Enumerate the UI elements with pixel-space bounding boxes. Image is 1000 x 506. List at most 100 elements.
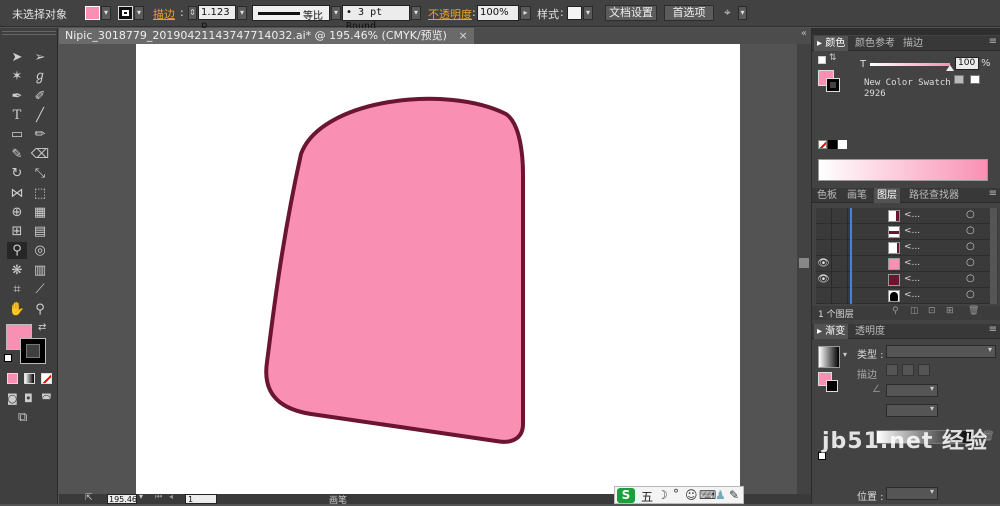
mesh-tool-icon[interactable]: ⊞ (7, 223, 27, 240)
gradient-preview-dropdown-icon[interactable]: ▾ (843, 350, 847, 359)
stroke-label[interactable]: 描边 (153, 6, 175, 22)
web-safe-icon[interactable] (970, 75, 980, 84)
column-graph-tool-icon[interactable]: ▥ (30, 262, 50, 279)
panel-collapse-icon[interactable]: « (801, 28, 807, 39)
scroll-thumb[interactable] (799, 258, 809, 268)
curvature-tool-icon[interactable]: ✐ (30, 88, 50, 105)
brush-dropdown[interactable]: ▾ (411, 6, 421, 20)
opacity-input[interactable]: 100% (477, 5, 519, 21)
gradient-preview[interactable] (818, 346, 840, 368)
target-icon[interactable]: ○ (966, 241, 975, 252)
eyedropper-tool-icon[interactable]: ⚲ (7, 242, 27, 259)
visibility-toggle[interactable] (816, 208, 832, 224)
swap-colors-icon[interactable]: ⇄ (38, 322, 46, 333)
direct-selection-tool-icon[interactable]: ➢ (30, 49, 50, 66)
tab-layers[interactable]: 图层 (874, 188, 900, 203)
none-mode-icon[interactable] (41, 373, 52, 384)
opacity-label[interactable]: 不透明度 (428, 6, 472, 22)
visibility-toggle[interactable] (816, 240, 832, 256)
tab-color[interactable]: ▸ 颜色 (814, 36, 849, 51)
lock-toggle[interactable] (832, 272, 848, 288)
eye-icon[interactable]: 👁 (816, 272, 832, 288)
stroke-weight-dropdown[interactable]: ▾ (237, 6, 247, 20)
stroke-gradient-along[interactable] (902, 364, 914, 376)
out-of-gamut-icon[interactable] (954, 75, 964, 84)
hand-tool-icon[interactable]: ✋ (7, 301, 27, 318)
fill-dropdown[interactable]: ▾ (101, 6, 111, 20)
document-tab[interactable]: Nipic_3018779_20190421143747714032.ai* @… (59, 28, 474, 44)
stroke-gradient-across[interactable] (918, 364, 930, 376)
line-tool-icon[interactable]: ╱ (30, 107, 50, 124)
vertical-scrollbar[interactable] (797, 44, 811, 494)
color-spectrum-bar[interactable] (818, 159, 988, 181)
screen-mode-icon[interactable]: ⧉ (18, 410, 27, 425)
fill-swatch[interactable] (85, 6, 100, 20)
stroke-weight-stepper[interactable]: ⇕ (188, 6, 197, 20)
target-icon[interactable]: ○ (966, 209, 975, 220)
ime-punct-icon[interactable]: ° (673, 487, 679, 501)
zoom-dropdown-icon[interactable]: ▾ (139, 492, 143, 501)
toolbar-grip[interactable] (2, 31, 56, 35)
magic-wand-icon[interactable]: ✶ (7, 68, 27, 85)
tab-stroke[interactable]: 描边 (900, 36, 926, 51)
gradient-panel-menu-icon[interactable]: ≡ (989, 324, 997, 335)
brush-definition[interactable]: • 3 pt Round (342, 5, 410, 32)
gradient-tool-icon[interactable]: ▤ (30, 223, 50, 240)
color-panel-menu-icon[interactable]: ≡ (989, 36, 997, 47)
tab-swatches[interactable]: 色板 (814, 188, 840, 203)
draw-inside-icon[interactable]: ◚ (41, 392, 52, 405)
ime-logo-icon[interactable]: S (617, 488, 635, 503)
panel-stroke-swatch[interactable] (826, 78, 840, 92)
scale-tool-icon[interactable]: ⤡ (30, 165, 50, 182)
none-swatch[interactable] (818, 140, 827, 149)
color-mode-icon[interactable] (7, 373, 18, 384)
gradient-type-select[interactable]: ▾ (886, 345, 996, 358)
draw-behind-icon[interactable]: ◘ (24, 392, 33, 405)
stroke-weight-input[interactable]: 1.123 p (198, 5, 236, 31)
preferences-button[interactable]: 首选项 (664, 5, 714, 21)
target-icon[interactable]: ○ (966, 289, 975, 300)
paintbrush-tool-icon[interactable]: ✏ (30, 126, 50, 143)
opacity-dropdown[interactable]: ▸ (520, 6, 531, 20)
stroke-gradient-within[interactable] (886, 364, 898, 376)
tab-gradient[interactable]: ▸ 渐变 (814, 324, 849, 339)
gradient-position-input[interactable]: ▾ (886, 487, 938, 500)
target-icon[interactable]: ○ (966, 273, 975, 284)
tint-slider-thumb[interactable] (946, 65, 954, 71)
ime-skin-icon[interactable]: ♟ (715, 488, 726, 502)
gradient-stroke-swatch[interactable] (826, 380, 838, 392)
first-page-icon[interactable]: ⏮ (155, 492, 162, 502)
visibility-toggle[interactable] (816, 288, 832, 304)
stroke-dropdown[interactable]: ▾ (134, 6, 144, 20)
arrange-dropdown[interactable]: ▾ (738, 6, 747, 20)
default-fill-stroke-icon[interactable] (818, 56, 826, 64)
locate-object-icon[interactable]: ⚲ (892, 306, 899, 316)
artboard-tool-icon[interactable]: ⌗ (7, 281, 27, 298)
white-swatch[interactable] (838, 140, 847, 149)
pencil-tool-icon[interactable]: ✎ (7, 146, 27, 163)
stroke-swatch[interactable] (118, 6, 133, 20)
layer-row[interactable]: 👁 <... ○ (816, 272, 998, 288)
layer-row[interactable]: <... ○ (816, 224, 998, 240)
tint-slider-track[interactable] (870, 63, 950, 66)
black-swatch[interactable] (828, 140, 837, 149)
slice-tool-icon[interactable]: ⟋ (30, 281, 50, 298)
ime-tools-icon[interactable]: ✎ (729, 488, 739, 502)
width-tool-icon[interactable]: ⋈ (7, 185, 27, 202)
profile-dropdown[interactable]: ▾ (331, 6, 341, 20)
lock-toggle[interactable] (832, 256, 848, 272)
clipping-mask-icon[interactable]: ◫ (910, 306, 919, 316)
shape-builder-tool-icon[interactable]: ⊕ (7, 204, 27, 221)
layer-row[interactable]: <... ○ (816, 208, 998, 224)
page-input[interactable]: 1 (185, 494, 217, 504)
eye-icon[interactable]: 👁 (816, 256, 832, 272)
type-tool-icon[interactable]: T (7, 107, 27, 124)
tab-color-guide[interactable]: 颜色参考 (852, 36, 898, 51)
pen-tool-icon[interactable]: ✒ (7, 88, 27, 105)
selection-tool-icon[interactable]: ➤ (7, 49, 27, 66)
ime-wubi-label[interactable]: 五 (641, 488, 653, 505)
variable-width-profile[interactable]: 等比 (252, 5, 330, 22)
stroke-color-box[interactable] (20, 338, 46, 364)
free-transform-tool-icon[interactable]: ⬚ (30, 185, 50, 202)
symbol-sprayer-tool-icon[interactable]: ❋ (7, 262, 27, 279)
